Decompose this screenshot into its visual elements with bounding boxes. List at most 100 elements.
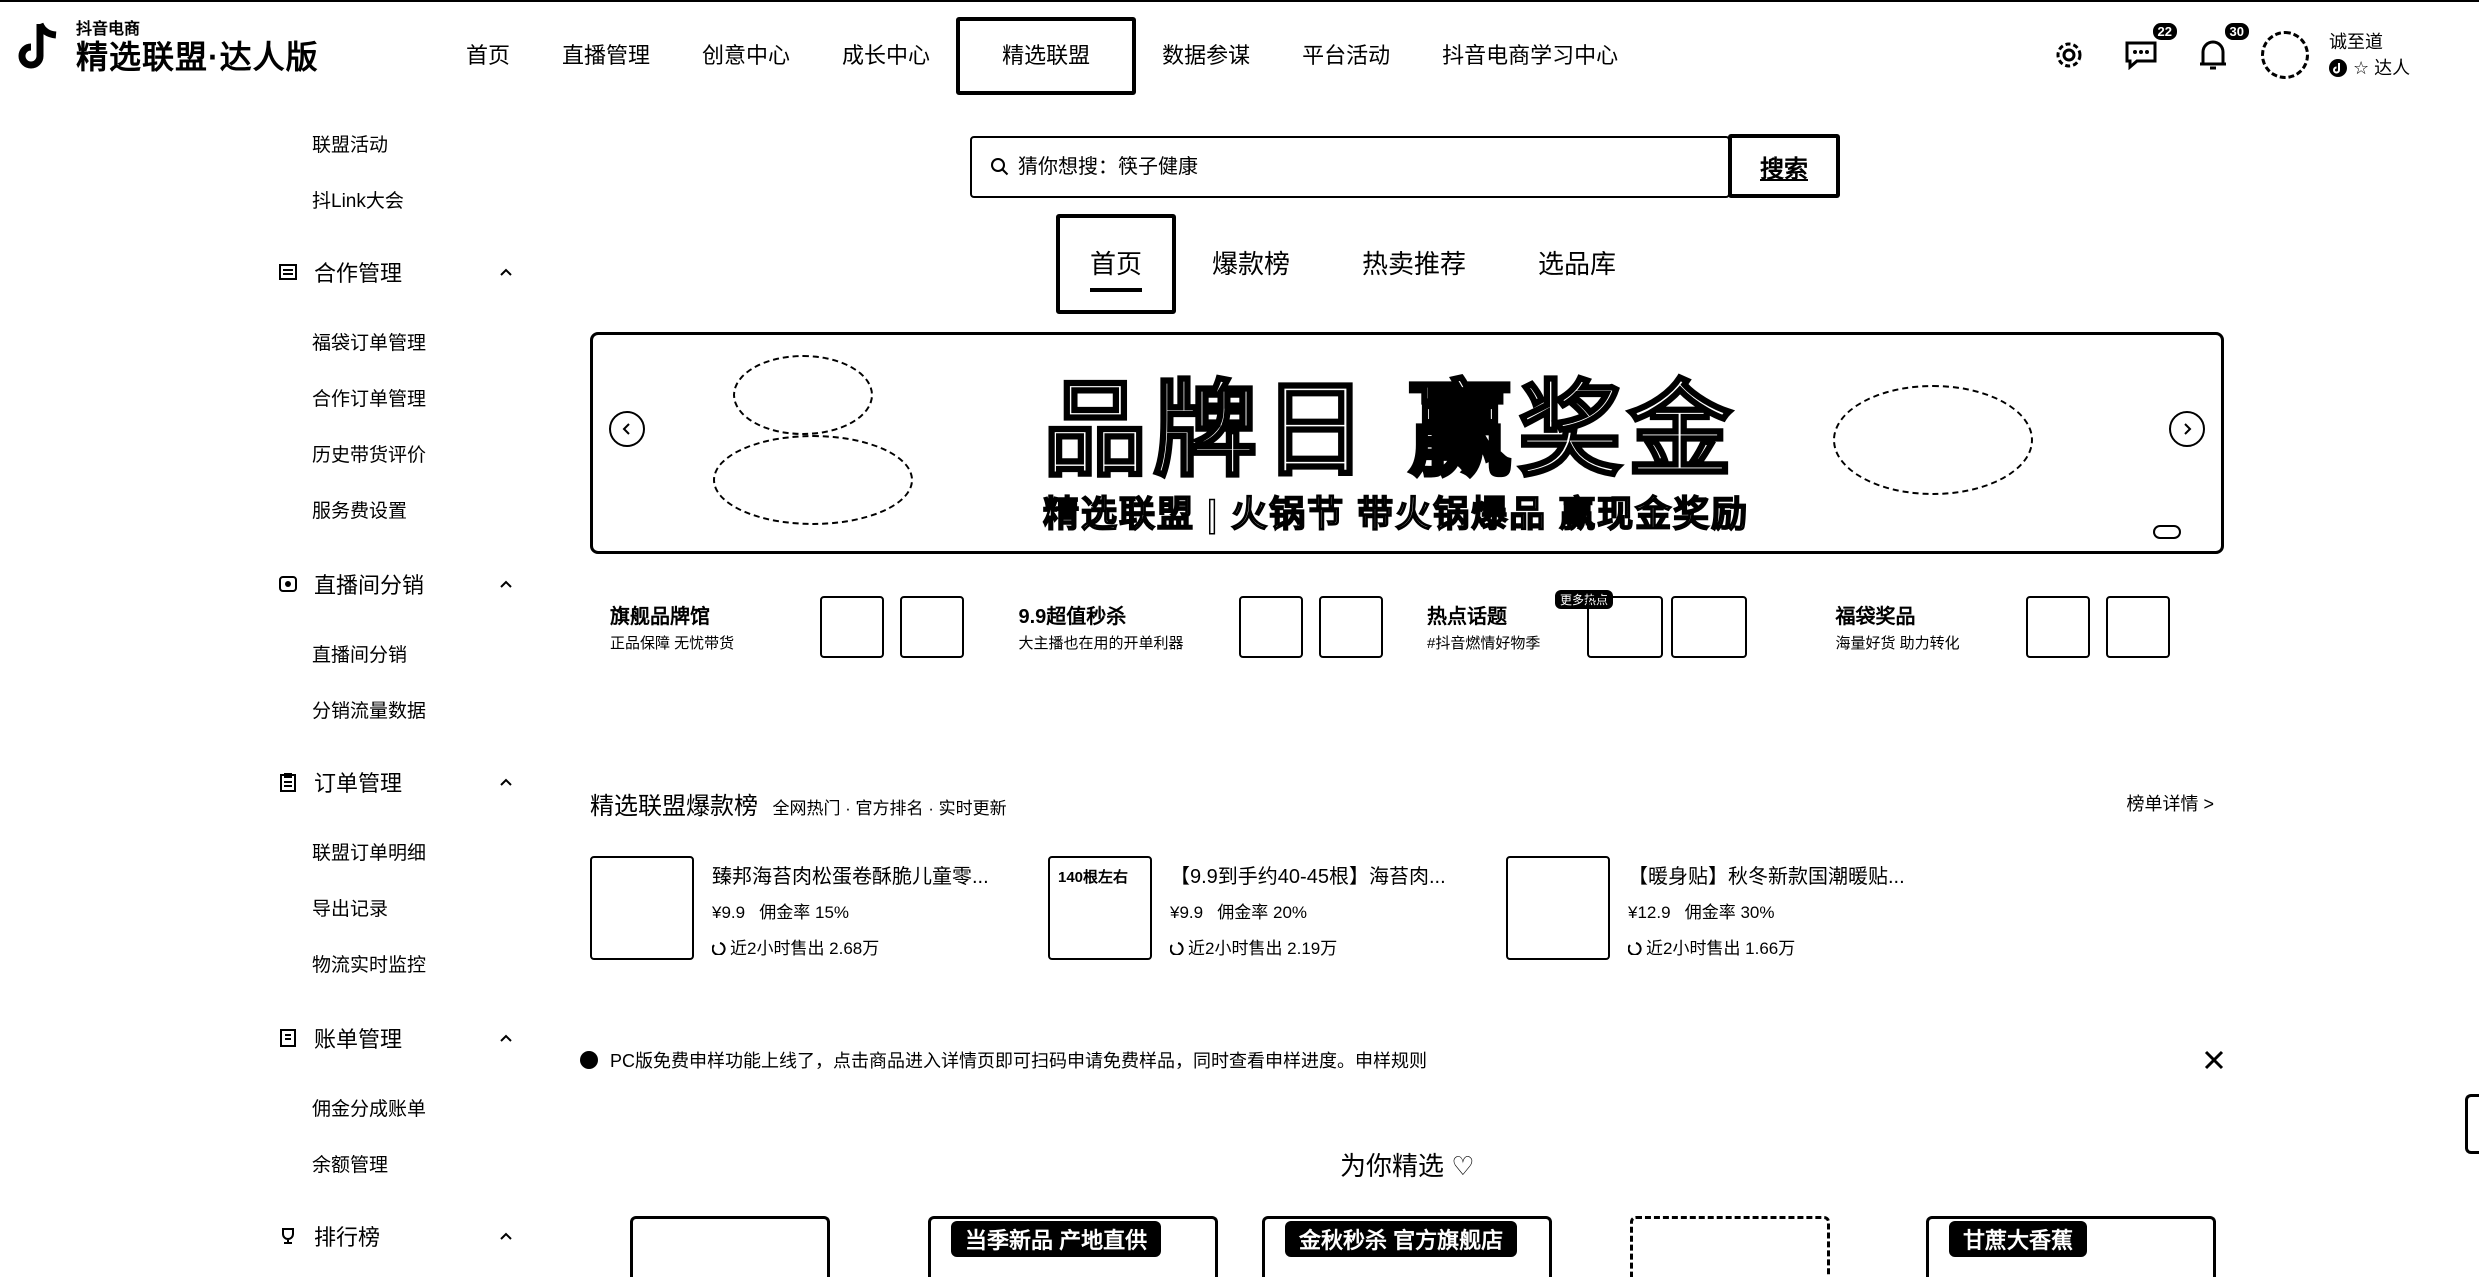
- sidebar-group-live-distribution[interactable]: 直播间分销: [278, 568, 514, 600]
- sidebar-item-link-conference[interactable]: 抖Link大会: [312, 186, 404, 213]
- chevron-up-icon: [500, 1034, 512, 1042]
- tab-product-library[interactable]: 选品库: [1502, 214, 1652, 314]
- recommend-card-label: 当季新品 产地直供: [951, 1221, 1162, 1257]
- card-desc: 大主播也在用的开单利器: [1018, 635, 1184, 652]
- sidebar-group-ranking[interactable]: 排行榜: [278, 1220, 514, 1252]
- tab-hot-recommend[interactable]: 热卖推荐: [1326, 214, 1502, 314]
- douyin-logo-icon: [18, 22, 57, 69]
- user-info[interactable]: 诚至道 ☆ 达人: [2329, 29, 2479, 81]
- sidebar-group-orders[interactable]: 订单管理: [278, 766, 514, 798]
- feature-cards: 旗舰品牌馆 正品保障 无忧带货 9.9超值秒杀 大主播也在用的开单利器 热点话题…: [590, 590, 2224, 690]
- trend-icon: [711, 942, 726, 956]
- sidebar-item-commission-bill[interactable]: 佣金分成账单: [312, 1094, 426, 1121]
- card-product-image: [2025, 596, 2090, 658]
- product-commission: 佣金率 15%: [759, 903, 850, 922]
- sidebar-item-service-fee[interactable]: 服务费设置: [312, 496, 407, 523]
- user-role: ☆ 达人: [2353, 58, 2411, 78]
- promo-banner[interactable]: 品牌日 赢奖金 精选联盟 | 火锅节 带火锅爆品 赢现金奖励: [590, 332, 2224, 554]
- card-product-image: [820, 596, 884, 658]
- notice-rules-link[interactable]: 申样规则: [1355, 1047, 1427, 1073]
- card-title: 热点话题: [1427, 606, 1507, 628]
- banner-prev-button[interactable]: [609, 411, 645, 447]
- recommend-card[interactable]: [1630, 1216, 1830, 1277]
- recommend-card[interactable]: 甘蔗大香蕉: [1926, 1216, 2216, 1277]
- recommend-card-label: 甘蔗大香蕉: [1949, 1221, 2088, 1257]
- trophy-icon: [282, 1228, 294, 1244]
- feature-card-lucky-bag[interactable]: 福袋奖品 海量好货 助力转化: [1816, 590, 2225, 690]
- ranking-title: 精选联盟爆款榜: [590, 793, 758, 820]
- feature-card-flagship[interactable]: 旗舰品牌馆 正品保障 无忧带货: [590, 590, 999, 690]
- product-price: ¥9.9: [712, 903, 746, 922]
- sidebar: 联盟活动 抖Link大会 合作管理 福袋订单管理 合作订单管理 历史带货评价 服…: [0, 110, 540, 1277]
- notice-bar: PC版免费申样功能上线了，点击商品进入详情页即可扫码申请免费样品，同时查看申样进…: [580, 1040, 2230, 1080]
- search-button[interactable]: 搜索: [1728, 134, 1840, 198]
- banner-next-button[interactable]: [2169, 411, 2205, 447]
- nav-item-activities[interactable]: 平台活动: [1276, 18, 1416, 94]
- nav-item-learning[interactable]: 抖音电商学习中心: [1416, 18, 1644, 94]
- chevron-right-icon: [2184, 423, 2192, 435]
- douyin-small-icon: [2329, 59, 2347, 77]
- tab-hot-list[interactable]: 爆款榜: [1176, 214, 1326, 314]
- sidebar-item-balance[interactable]: 余额管理: [312, 1150, 388, 1177]
- nav-item-growth[interactable]: 成长中心: [816, 18, 956, 94]
- top-right-tools: 22 30 诚至道 ☆ 达人: [2045, 20, 2479, 90]
- sidebar-item-history-reviews[interactable]: 历史带货评价: [312, 440, 426, 467]
- search-input[interactable]: [1018, 155, 1728, 179]
- banner-title: 品牌日 赢奖金: [1042, 372, 1738, 491]
- sidebar-item-distribution-traffic[interactable]: 分销流量数据: [312, 696, 426, 723]
- nav-item-data[interactable]: 数据参谋: [1136, 18, 1276, 94]
- card-title: 福袋奖品: [1835, 606, 1916, 628]
- sidebar-group-label: 订单管理: [314, 771, 403, 796]
- sidebar-item-cooperation-orders[interactable]: 合作订单管理: [312, 384, 426, 411]
- feature-card-flash-sale[interactable]: 9.9超值秒杀 大主播也在用的开单利器: [999, 590, 1408, 690]
- product-price-commission: ¥9.9 佣金率 20%: [1170, 898, 1307, 923]
- card-desc: 海量好货 助力转化: [1835, 635, 1960, 652]
- tab-home[interactable]: 首页: [1056, 214, 1177, 314]
- product-name: 【暖身贴】秋冬新款国潮暖贴...: [1628, 866, 1905, 888]
- product-commission: 佣金率 20%: [1217, 903, 1308, 922]
- product-item[interactable]: 【暖身贴】秋冬新款国潮暖贴... ¥12.9 佣金率 30% 近2小时售出 1.…: [1506, 856, 1964, 966]
- bill-icon: [280, 1029, 296, 1047]
- sidebar-group-billing[interactable]: 账单管理: [278, 1022, 514, 1054]
- product-item[interactable]: 臻邦海苔肉松蛋卷酥脆儿童零... ¥9.9 佣金率 15% 近2小时售出 2.6…: [590, 856, 1048, 966]
- brand-logo[interactable]: 抖音电商 精选联盟·达人版: [14, 20, 319, 76]
- chevron-up-icon: [500, 580, 512, 588]
- nav-item-creative[interactable]: 创意中心: [676, 18, 816, 94]
- close-icon[interactable]: [2198, 1044, 2230, 1076]
- recommend-card[interactable]: 金秋秒杀 官方旗舰店: [1262, 1216, 1552, 1277]
- sidebar-item-alliance-order-detail[interactable]: 联盟订单明细: [312, 838, 426, 865]
- product-item[interactable]: 140根左右 【9.9到手约40-45根】海苔肉... ¥9.9 佣金率 20%…: [1048, 856, 1506, 966]
- trend-icon: [1627, 942, 1642, 956]
- alliance-tabs: 首页 爆款榜 热卖推荐 选品库: [1056, 214, 1652, 314]
- ranking-detail-link[interactable]: 榜单详情 >: [2126, 790, 2214, 816]
- sidebar-group-label: 排行榜: [314, 1225, 381, 1250]
- main-nav: 首页 直播管理 创意中心 成长中心 精选联盟 数据参谋 平台活动 抖音电商学习中…: [440, 16, 1644, 96]
- settings-button[interactable]: [2045, 31, 2093, 79]
- nav-item-live[interactable]: 直播管理: [536, 18, 676, 94]
- nav-item-alliance[interactable]: 精选联盟: [956, 17, 1137, 95]
- card-product-image: [1318, 596, 1383, 658]
- notifications-button[interactable]: 30: [2189, 21, 2251, 79]
- banner-pagination-dot[interactable]: [2153, 525, 2181, 539]
- recommend-card[interactable]: [630, 1216, 830, 1277]
- product-sold: 近2小时售出 2.19万: [1169, 934, 1337, 959]
- sidebar-item-export-records[interactable]: 导出记录: [312, 894, 388, 921]
- messages-button[interactable]: 22: [2117, 21, 2179, 79]
- recommend-card[interactable]: 当季新品 产地直供: [928, 1216, 1218, 1277]
- chevron-up-icon: [500, 1232, 512, 1240]
- sidebar-item-alliance-activity[interactable]: 联盟活动: [312, 130, 388, 157]
- recommend-card-label: 金秋秒杀 官方旗舰店: [1285, 1221, 1518, 1257]
- floating-side-tab[interactable]: [2465, 1094, 2479, 1154]
- nav-item-home[interactable]: 首页: [440, 18, 536, 94]
- brand-sub: 抖音电商: [76, 21, 141, 38]
- sidebar-item-lucky-bag-orders[interactable]: 福袋订单管理: [312, 328, 426, 355]
- sidebar-group-cooperation[interactable]: 合作管理: [278, 256, 514, 288]
- card-product-image: [1671, 596, 1747, 658]
- sidebar-item-logistics-monitor[interactable]: 物流实时监控: [312, 950, 426, 977]
- sidebar-item-live-distribution[interactable]: 直播间分销: [312, 640, 407, 667]
- banner-food-illustration: [733, 355, 873, 435]
- messages-badge: 22: [2150, 21, 2179, 42]
- user-avatar[interactable]: [2261, 31, 2309, 79]
- feature-card-hot-topic[interactable]: 热点话题 更多热点 #抖音燃情好物季: [1407, 590, 1816, 690]
- product-price: ¥12.9: [1628, 903, 1671, 922]
